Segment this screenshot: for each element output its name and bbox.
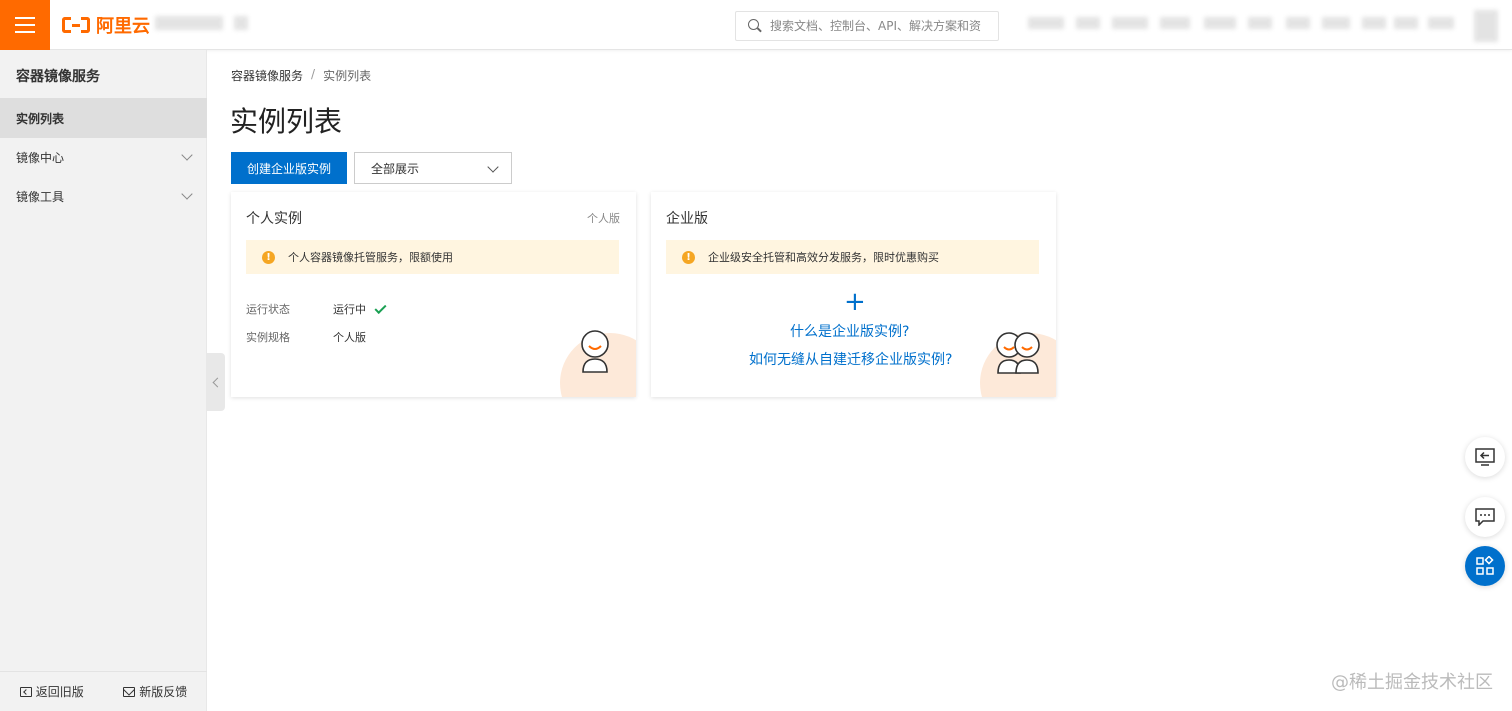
feedback-label: 新版反馈 xyxy=(139,685,188,699)
redacted-nav-8[interactable] xyxy=(1322,17,1350,29)
chat-icon[interactable] xyxy=(1465,497,1505,537)
breadcrumb: 容器镜像服务 / 实例列表 xyxy=(231,67,371,84)
card-tag: 个人版 xyxy=(587,212,620,225)
exit-icon[interactable] xyxy=(1465,437,1505,477)
person-icon xyxy=(581,330,609,373)
apps-icon[interactable] xyxy=(1465,546,1505,586)
sidebar-item-image-center[interactable]: 镜像中心 xyxy=(0,137,207,177)
status-value: 运行中 xyxy=(333,301,387,317)
enterprise-instance-card[interactable]: 企业版 ! 企业级安全托管和高效分发服务，限时优惠购买 + 什么是企业版实例? … xyxy=(651,192,1056,397)
watermark: @稀土掘金技术社区 xyxy=(1331,672,1493,693)
breadcrumb-parent[interactable]: 容器镜像服务 xyxy=(231,67,303,84)
notice-text: 企业级安全托管和高效分发服务，限时优惠购买 xyxy=(708,251,939,264)
migrate-enterprise-link[interactable]: 如何无缝从自建迁移企业版实例? xyxy=(749,349,952,369)
warning-icon: ! xyxy=(682,250,695,264)
top-bar: 阿里云 xyxy=(0,0,1512,50)
sidebar-item-label: 镜像工具 xyxy=(16,189,65,204)
card-title: 企业版 xyxy=(666,211,708,227)
redacted-nav-1[interactable] xyxy=(1028,17,1064,29)
search-icon[interactable] xyxy=(748,19,762,33)
spec-label: 实例规格 xyxy=(246,331,290,344)
collapse-sidebar-icon[interactable] xyxy=(207,353,225,411)
redacted-nav-9[interactable] xyxy=(1362,17,1386,29)
sidebar-title: 容器镜像服务 xyxy=(16,69,100,85)
search-input[interactable] xyxy=(770,19,990,33)
redacted-avatar[interactable] xyxy=(1474,10,1498,42)
redacted-nav-7[interactable] xyxy=(1286,17,1310,29)
redacted-nav-2[interactable] xyxy=(1076,17,1100,29)
chevron-down-icon xyxy=(487,161,499,173)
redacted-nav-10[interactable] xyxy=(1394,17,1418,29)
sidebar-item-label: 镜像中心 xyxy=(16,150,65,165)
search-box[interactable] xyxy=(735,11,999,41)
page-title: 实例列表 xyxy=(230,105,343,138)
notice-bar: ! 企业级安全托管和高效分发服务，限时优惠购买 xyxy=(666,240,1039,274)
sidebar: 容器镜像服务 实例列表 镜像中心 镜像工具 返回旧版 新版反馈 xyxy=(0,50,207,711)
status-text: 运行中 xyxy=(333,303,366,316)
create-enterprise-instance-button[interactable]: 创建企业版实例 xyxy=(231,152,347,184)
redacted-nav-5[interactable] xyxy=(1204,17,1236,29)
mail-icon xyxy=(123,686,136,697)
sidebar-footer: 返回旧版 新版反馈 xyxy=(0,671,207,711)
redacted-nav-3[interactable] xyxy=(1112,17,1148,29)
redacted-account xyxy=(155,16,223,30)
aliyun-logo[interactable]: 阿里云 xyxy=(62,13,150,37)
breadcrumb-current: 实例列表 xyxy=(323,69,372,83)
redacted-region xyxy=(234,16,248,30)
status-label: 运行状态 xyxy=(246,303,290,316)
notice-bar: ! 个人容器镜像托管服务，限额使用 xyxy=(246,240,619,274)
team-icon xyxy=(996,332,1040,374)
filter-select-value: 全部展示 xyxy=(371,161,420,176)
personal-instance-card[interactable]: 个人实例 个人版 ! 个人容器镜像托管服务，限额使用 运行状态 运行中 实例规格… xyxy=(231,192,636,397)
card-title: 个人实例 xyxy=(246,211,302,227)
filter-select[interactable]: 全部展示 xyxy=(354,152,512,184)
redacted-nav-4[interactable] xyxy=(1160,17,1190,29)
sidebar-item-image-tools[interactable]: 镜像工具 xyxy=(0,176,207,216)
back-to-old-button[interactable]: 返回旧版 xyxy=(19,683,84,700)
redacted-nav-11[interactable] xyxy=(1428,17,1454,29)
menu-icon[interactable] xyxy=(0,0,50,50)
breadcrumb-separator: / xyxy=(311,67,316,81)
warning-icon: ! xyxy=(262,250,275,264)
what-is-enterprise-link[interactable]: 什么是企业版实例? xyxy=(790,321,909,341)
chevron-down-icon xyxy=(181,188,193,200)
sidebar-item-instance-list[interactable]: 实例列表 xyxy=(0,98,207,138)
aliyun-logo-mark xyxy=(62,17,90,33)
back-icon xyxy=(19,686,32,697)
sidebar-item-label: 实例列表 xyxy=(16,111,65,126)
logo-text: 阿里云 xyxy=(96,16,150,37)
back-label: 返回旧版 xyxy=(35,685,84,699)
redacted-nav-6[interactable] xyxy=(1248,17,1272,29)
plus-icon[interactable]: + xyxy=(844,289,866,315)
spec-value: 个人版 xyxy=(333,331,366,344)
feedback-button[interactable]: 新版反馈 xyxy=(123,683,187,700)
notice-text: 个人容器镜像托管服务，限额使用 xyxy=(288,251,453,264)
chevron-down-icon xyxy=(181,149,193,161)
check-icon xyxy=(374,301,387,314)
